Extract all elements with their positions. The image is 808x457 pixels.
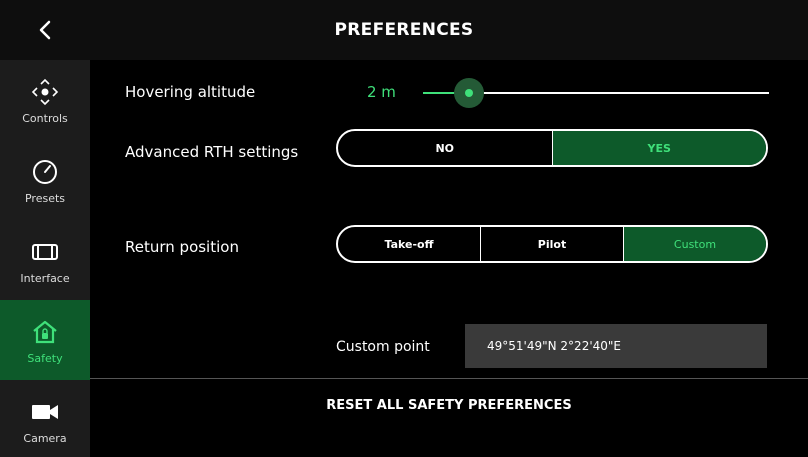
sidebar-item-interface[interactable]: Interface [0, 220, 90, 300]
page-title: PREFERENCES [334, 20, 474, 40]
dpad-icon [30, 76, 60, 108]
home-shield-icon [31, 316, 59, 348]
altitude-slider-thumb[interactable] [465, 89, 473, 97]
return-position-pilot-option[interactable]: Pilot [480, 227, 623, 261]
sidebar-item-label: Interface [20, 271, 70, 285]
sidebar-item-label: Presets [24, 191, 66, 205]
gauge-icon [31, 156, 59, 188]
advanced-rth-label: Advanced RTH settings [125, 143, 299, 161]
sidebar-item-safety[interactable]: Safety [0, 300, 90, 380]
advanced-rth-no-option[interactable]: NO [338, 131, 552, 165]
return-position-takeoff-option[interactable]: Take-off [338, 227, 480, 261]
sidebar: Controls Presets Interface Safety Camera [0, 60, 90, 457]
top-bar: PREFERENCES [0, 0, 808, 60]
advanced-rth-yes-option[interactable]: YES [551, 131, 766, 165]
sidebar-item-label: Controls [22, 111, 68, 125]
return-position-label: Return position [125, 238, 239, 256]
sidebar-item-label: Safety [27, 351, 63, 365]
return-position-selector: Take-off Pilot Custom [336, 225, 768, 263]
return-position-custom-option[interactable]: Custom [623, 227, 766, 261]
hovering-altitude-label: Hovering altitude [125, 83, 256, 101]
altitude-slider-track[interactable] [469, 92, 769, 94]
reset-bar: RESET ALL SAFETY PREFERENCES [90, 378, 808, 457]
sidebar-item-label: Camera [23, 431, 67, 445]
advanced-rth-toggle: NO YES [336, 129, 768, 167]
custom-point-field[interactable]: 49°51'49"N 2°22'40"E [465, 324, 767, 368]
custom-point-label: Custom point [336, 339, 430, 355]
video-camera-icon [30, 396, 60, 428]
sidebar-item-controls[interactable]: Controls [0, 60, 90, 140]
reset-safety-preferences-button[interactable]: RESET ALL SAFETY PREFERENCES [90, 398, 808, 413]
sidebar-item-camera[interactable]: Camera [0, 380, 90, 457]
hovering-altitude-value: 2 m [367, 83, 396, 101]
battery-icon [31, 236, 59, 268]
sidebar-item-presets[interactable]: Presets [0, 140, 90, 220]
